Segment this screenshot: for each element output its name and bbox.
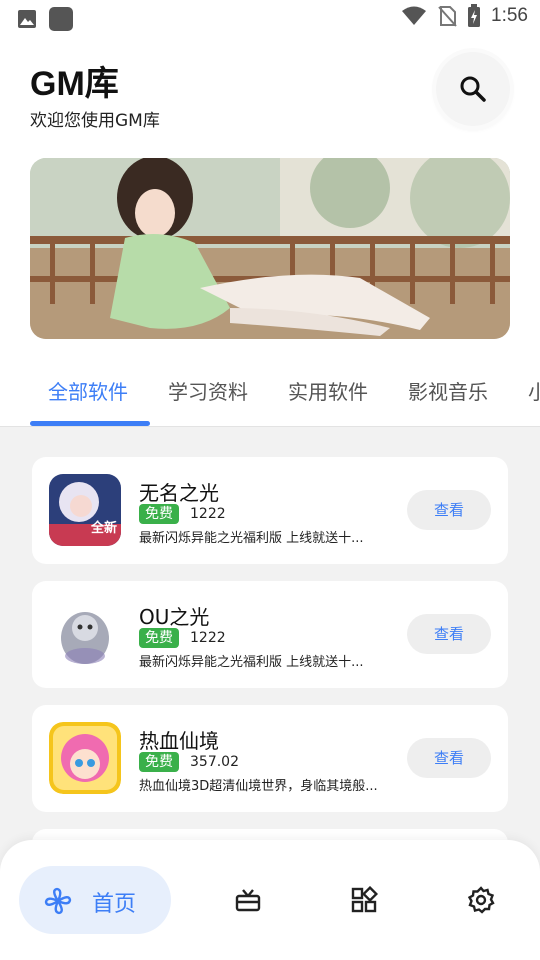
banner-illustration [30, 158, 510, 339]
free-badge: 免费 [139, 504, 179, 524]
app-title: GM库 [30, 65, 119, 103]
status-time: 1:56 [491, 5, 528, 26]
svg-text:全新: 全新 [90, 520, 117, 536]
battery-charging-icon [468, 4, 481, 27]
bottom-navigation: 首页 [0, 840, 540, 960]
pinwheel-icon [44, 887, 72, 915]
tab-indicator [30, 421, 150, 426]
nav-home-label: 首页 [92, 892, 137, 917]
free-badge: 免费 [139, 752, 179, 772]
app-notification-icon [49, 7, 73, 31]
status-right: 1:56 [401, 4, 528, 28]
status-left [16, 6, 74, 32]
app-description: 热血仙境3D超清仙境世界，身临其境般... [139, 779, 378, 794]
wifi-icon [402, 6, 427, 25]
view-button[interactable]: 查看 [407, 490, 491, 530]
nav-home[interactable]: 首页 [19, 866, 171, 934]
gift-icon[interactable] [234, 886, 262, 914]
app-description: 最新闪烁异能之光福利版 上线就送十... [139, 531, 364, 546]
image-notification-icon [18, 10, 36, 28]
tab-more[interactable]: 小 [528, 376, 540, 405]
category-tabs: 全部软件 学习资料 实用软件 影视音乐 小 [0, 362, 540, 427]
tab-study-materials[interactable]: 学习资料 [168, 376, 248, 405]
app-name: 无名之光 [139, 481, 219, 505]
view-button[interactable]: 查看 [407, 614, 491, 654]
apps-icon[interactable] [350, 886, 378, 914]
app-size: 1222 [190, 506, 226, 522]
list-item[interactable]: OU之光 免费 1222 最新闪烁异能之光福利版 上线就送十... 查看 [32, 581, 508, 688]
list-item[interactable]: 全新 无名之光 免费 1222 最新闪烁异能之光福利版 上线就送十... 查看 [32, 457, 508, 564]
app-icon [49, 598, 121, 670]
app-size: 357.02 [190, 754, 239, 770]
app-description: 最新闪烁异能之光福利版 上线就送十... [139, 655, 364, 670]
no-sim-icon [438, 6, 457, 27]
tab-utility-software[interactable]: 实用软件 [288, 376, 368, 405]
app-icon [49, 722, 121, 794]
search-icon [460, 76, 486, 102]
search-button[interactable] [436, 52, 510, 126]
tab-all-software[interactable]: 全部软件 [48, 376, 128, 405]
free-badge: 免费 [139, 628, 179, 648]
view-button[interactable]: 查看 [407, 738, 491, 778]
gear-icon[interactable] [467, 886, 495, 914]
app-icon: 全新 [49, 474, 121, 546]
app-name: OU之光 [139, 605, 210, 629]
app-size: 1222 [190, 630, 226, 646]
list-item[interactable]: 热血仙境 免费 357.02 热血仙境3D超清仙境世界，身临其境般... 查看 [32, 705, 508, 812]
banner-image[interactable] [30, 158, 510, 339]
app-name: 热血仙境 [139, 729, 219, 753]
app-subtitle: 欢迎您使用GM库 [30, 111, 160, 131]
status-bar: 1:56 [0, 0, 540, 36]
tab-video-music[interactable]: 影视音乐 [408, 376, 488, 405]
